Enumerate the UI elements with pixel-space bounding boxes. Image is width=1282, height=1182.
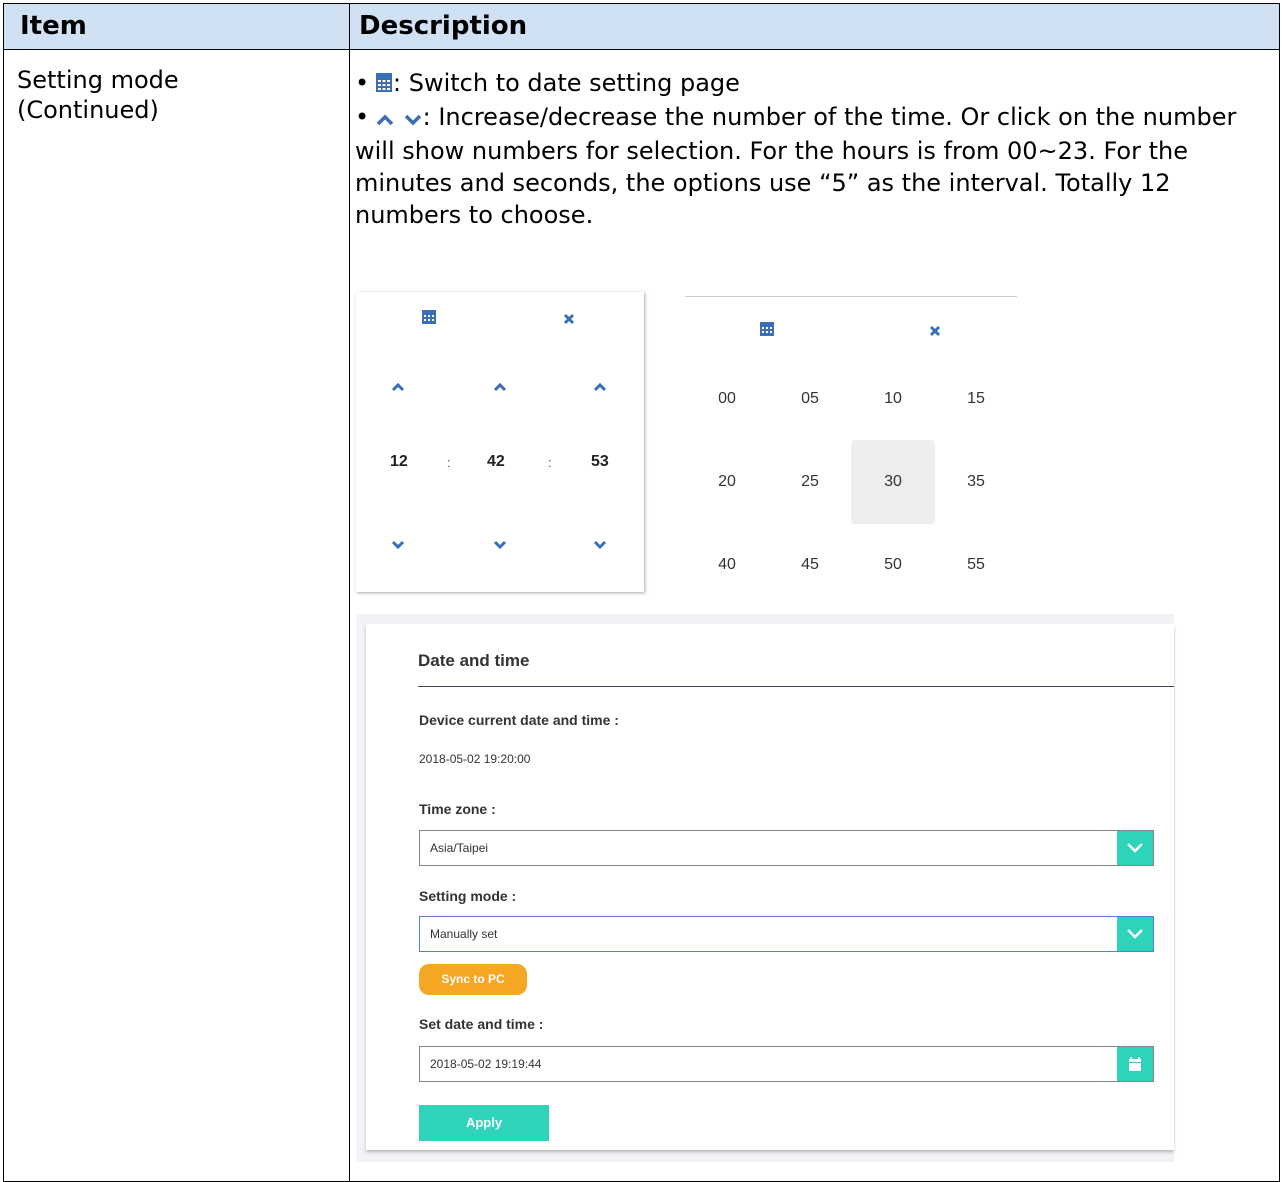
chevron-up-icon[interactable] [493, 379, 507, 397]
setting-mode-select[interactable]: Manually set [419, 916, 1154, 952]
minute-picker-panel: 00 05 10 15 20 25 30 35 40 45 50 55 [685, 296, 1017, 597]
column-divider [349, 4, 350, 1181]
set-datetime-label: Set date and time : [419, 1016, 544, 1032]
header-description: Description [359, 11, 528, 41]
chevron-down-icon[interactable] [593, 537, 607, 555]
timezone-select[interactable]: Asia/Taipei [419, 830, 1154, 866]
time-picker-panel: 12 : 42 : 53 [356, 292, 644, 592]
minute-option[interactable]: 50 [851, 523, 935, 607]
item-continued: (Continued) [17, 96, 159, 124]
chevron-down-icon[interactable] [391, 537, 405, 555]
minute-option[interactable]: 00 [685, 357, 769, 441]
bullet: • [355, 103, 370, 131]
minute-option[interactable]: 05 [768, 357, 852, 441]
calendar-icon[interactable] [1117, 1047, 1153, 1081]
item-label: Setting mode [17, 66, 179, 94]
current-datetime-label: Device current date and time : [419, 712, 619, 728]
description-calendar-text: : Switch to date setting page [393, 69, 740, 97]
close-icon[interactable] [929, 324, 941, 342]
second-value[interactable]: 53 [591, 453, 609, 471]
minute-option[interactable]: 25 [768, 440, 852, 524]
current-datetime-value: 2018-05-02 19:20:00 [419, 752, 531, 766]
set-datetime-value: 2018-05-02 19:19:44 [430, 1057, 542, 1071]
apply-button[interactable]: Apply [419, 1105, 549, 1141]
calendar-icon[interactable] [422, 310, 436, 329]
minute-option[interactable]: 20 [685, 440, 769, 524]
minute-option[interactable]: 55 [934, 523, 1018, 607]
time-separator: : [447, 455, 451, 470]
chevron-down-icon[interactable] [493, 537, 507, 555]
sync-to-pc-button[interactable]: Sync to PC [419, 964, 527, 995]
description-arrows-text: : Increase/decrease the number of the ti… [355, 103, 1237, 229]
minute-option[interactable]: 15 [934, 357, 1018, 441]
minute-option[interactable]: 10 [851, 357, 935, 441]
hour-value[interactable]: 12 [390, 453, 408, 471]
minute-value[interactable]: 42 [487, 453, 505, 471]
time-separator: : [548, 455, 552, 470]
table-header: Item Description [4, 4, 1279, 50]
timezone-label: Time zone : [419, 801, 496, 817]
minute-option[interactable]: 40 [685, 523, 769, 607]
chevron-up-icon[interactable] [391, 379, 405, 397]
description-line-arrows: • : Increase/decrease the number of the … [355, 101, 1265, 231]
bullet: • [355, 69, 370, 97]
calendar-icon[interactable] [760, 322, 774, 341]
calendar-icon [375, 69, 393, 101]
item-cell: Setting mode (Continued) [17, 65, 179, 125]
description-line-calendar: • : Switch to date setting page [355, 67, 1265, 101]
setting-mode-label: Setting mode : [419, 888, 517, 904]
description-text: • : Switch to date setting page • : Incre… [355, 67, 1265, 231]
section-title: Date and time [418, 651, 530, 670]
chevron-down-icon [403, 103, 423, 135]
minute-option[interactable]: 30 [851, 440, 935, 524]
chevron-up-icon[interactable] [593, 379, 607, 397]
settings-panel: Date and time Device current date and ti… [356, 614, 1174, 1162]
chevron-down-icon[interactable] [1117, 831, 1153, 865]
minute-option[interactable]: 45 [768, 523, 852, 607]
setting-mode-value: Manually set [430, 927, 498, 941]
chevron-down-icon[interactable] [1117, 917, 1153, 951]
settings-card: Date and time Device current date and ti… [366, 624, 1174, 1150]
set-datetime-input[interactable]: 2018-05-02 19:19:44 [419, 1046, 1154, 1082]
header-item: Item [20, 11, 87, 41]
section-divider [418, 686, 1174, 687]
timezone-value: Asia/Taipei [430, 841, 489, 855]
minute-option[interactable]: 35 [934, 440, 1018, 524]
close-icon[interactable] [563, 312, 575, 330]
chevron-up-icon [375, 103, 395, 135]
